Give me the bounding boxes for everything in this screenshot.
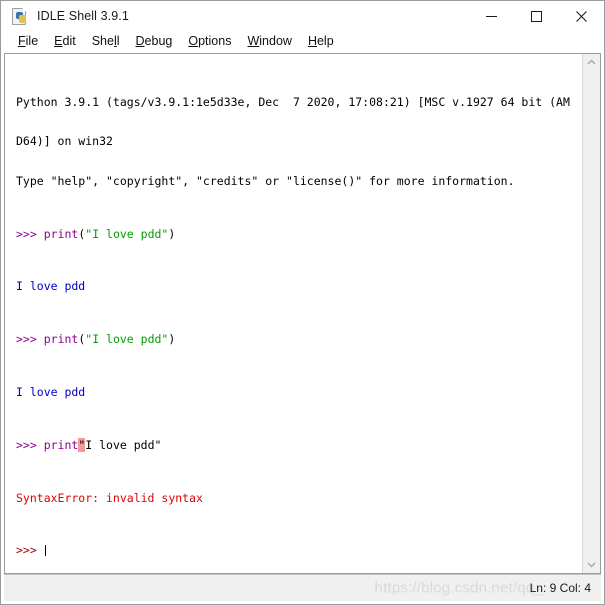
shell-text-area[interactable]: Python 3.9.1 (tags/v3.9.1:1e5d33e, Dec 7…	[5, 54, 582, 573]
menu-item-shell[interactable]: Shell	[84, 31, 128, 52]
menu-item-help[interactable]: Help	[300, 31, 342, 52]
menu-bar: File Edit Shell Debug Options Window Hel…	[1, 31, 604, 52]
string-literal: "I love pdd"	[85, 332, 169, 347]
menu-accel-help: H	[307, 34, 317, 48]
shell-input-line-1: >>> print("I love pdd")	[16, 226, 582, 241]
prompt-marker: >>>	[16, 332, 44, 347]
menu-accel-debug: D	[135, 34, 145, 48]
idle-python-file-icon	[11, 7, 28, 25]
prompt-marker: >>>	[16, 437, 44, 452]
chevron-up-icon	[587, 59, 596, 65]
menu-accel-options: O	[188, 34, 199, 48]
menu-accel-window: W	[247, 34, 260, 48]
menu-label-debug-rest: ebug	[144, 34, 173, 48]
menu-label-shell-rest: l	[116, 34, 120, 48]
shell-error-line: SyntaxError: invalid syntax	[16, 490, 582, 505]
shell-input-line-2: >>> print("I love pdd")	[16, 333, 582, 346]
banner-line-1: Python 3.9.1 (tags/v3.9.1:1e5d33e, Dec 7…	[16, 94, 582, 109]
menu-label-options-rest: ptions	[198, 34, 232, 48]
minimize-icon	[486, 15, 497, 17]
string-literal: "I love pdd"	[85, 226, 169, 241]
minimize-button[interactable]	[469, 1, 514, 31]
cursor-position-indicator: Ln: 9 Col: 4	[529, 581, 591, 595]
window-controls	[469, 1, 604, 31]
builtin-name: print	[43, 332, 79, 347]
banner-text-3: Type "help", "copyright", "credits" or "…	[16, 173, 515, 188]
menu-label-file-rest: ile	[25, 34, 39, 48]
shell-output-line-2: I love pdd	[16, 384, 582, 399]
close-paren: )	[168, 332, 176, 347]
builtin-name: print	[43, 226, 79, 241]
window-title: IDLE Shell 3.9.1	[37, 9, 129, 23]
idle-shell-window: IDLE Shell 3.9.1 File Edit Shell Debug O…	[0, 0, 605, 605]
menu-label-shell-pre: She	[91, 34, 114, 48]
menu-label-window-rest: indow	[259, 34, 292, 48]
error-line-rest: I love pdd"	[85, 437, 162, 452]
menu-item-debug[interactable]: Debug	[128, 31, 181, 52]
close-icon	[576, 10, 587, 22]
title-bar: IDLE Shell 3.9.1	[1, 1, 604, 31]
menu-label-help-rest: elp	[316, 34, 334, 48]
maximize-icon	[531, 10, 542, 22]
banner-line-3: Type "help", "copyright", "credits" or "…	[16, 173, 582, 188]
menu-item-window[interactable]: Window	[239, 31, 299, 52]
banner-text-1: Python 3.9.1 (tags/v3.9.1:1e5d33e, Dec 7…	[16, 94, 570, 109]
vertical-scrollbar[interactable]	[582, 54, 601, 573]
close-button[interactable]	[559, 1, 604, 31]
menu-item-edit[interactable]: Edit	[46, 31, 84, 52]
chevron-down-icon	[587, 562, 596, 568]
banner-line-2: D64)] on win32	[16, 135, 582, 148]
text-caret	[44, 544, 47, 556]
shell-text-area-container: Python 3.9.1 (tags/v3.9.1:1e5d33e, Dec 7…	[4, 53, 601, 574]
title-bar-left: IDLE Shell 3.9.1	[1, 7, 129, 25]
shell-active-prompt-line: >>>	[16, 544, 582, 557]
menu-item-file[interactable]: File	[10, 31, 46, 52]
watermark-text: https://blog.csdn.net/qq_	[374, 579, 543, 597]
menu-item-options[interactable]: Options	[180, 31, 239, 52]
menu-accel-file: F	[18, 34, 26, 48]
prompt-marker-active: >>>	[16, 543, 44, 558]
maximize-button[interactable]	[514, 1, 559, 31]
prompt-marker: >>>	[16, 226, 44, 241]
banner-text-2: D64)] on win32	[16, 134, 113, 149]
builtin-name: print	[43, 437, 79, 452]
shell-output-line-1: I love pdd	[16, 280, 582, 293]
scrollbar-up-button[interactable]	[583, 54, 600, 71]
shell-error-input-line: >>> print"I love pdd"	[16, 437, 582, 452]
scrollbar-down-button[interactable]	[583, 556, 600, 573]
status-bar: https://blog.csdn.net/qq_ Ln: 9 Col: 4	[4, 574, 601, 601]
output-text: I love pdd	[16, 384, 86, 399]
scrollbar-track[interactable]	[583, 71, 600, 556]
close-paren: )	[168, 226, 176, 241]
menu-label-edit-rest: dit	[62, 34, 76, 48]
output-text: I love pdd	[16, 279, 86, 294]
error-message: SyntaxError: invalid syntax	[16, 490, 203, 505]
menu-accel-edit: E	[54, 34, 63, 48]
